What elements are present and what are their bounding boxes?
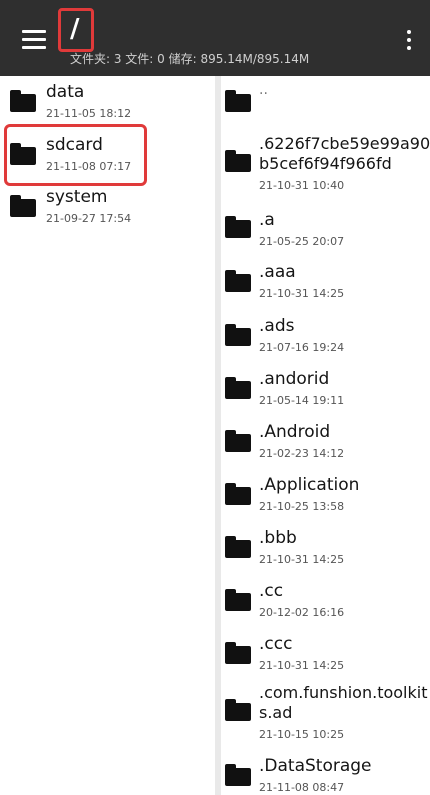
- folder-icon: [225, 216, 251, 238]
- item-name: .a: [259, 210, 275, 230]
- folder-icon: [10, 90, 36, 112]
- item-name: .ads: [259, 316, 295, 336]
- folder-icon: [225, 699, 251, 721]
- list-item[interactable]: .a 21-05-25 20:07: [221, 204, 430, 254]
- item-date: 21-05-14 19:11: [259, 394, 345, 407]
- item-date: 21-10-31 10:40: [259, 179, 345, 192]
- item-date: 21-10-31 14:25: [259, 659, 345, 672]
- item-name: .DataStorage: [259, 756, 372, 776]
- item-date: 21-10-25 13:58: [259, 500, 345, 513]
- folder-icon: [225, 324, 251, 346]
- list-item[interactable]: .Android 21-02-23 14:12: [221, 418, 430, 468]
- folder-icon: [225, 536, 251, 558]
- storage-stats: 文件夹: 3 文件: 0 储存: 895.14M/895.14M: [70, 52, 310, 66]
- folder-icon: [225, 150, 251, 172]
- item-date: 21-11-08 08:47: [259, 781, 345, 794]
- folder-icon: [225, 764, 251, 786]
- list-item[interactable]: .6226f7cbe59e99a90 b5cef6f94f966fd 21-10…: [221, 132, 430, 198]
- list-item[interactable]: .cc 20-12-02 16:16: [221, 577, 430, 627]
- list-item[interactable]: .andorid 21-05-14 19:11: [221, 365, 430, 415]
- selection-highlight-box: [4, 124, 147, 186]
- list-item[interactable]: .DataStorage 21-11-08 08:47: [221, 752, 430, 795]
- right-file-pane: .. .6226f7cbe59e99a90 b5cef6f94f966fd 21…: [221, 76, 430, 795]
- more-vertical-icon[interactable]: [406, 30, 412, 52]
- list-item[interactable]: .ccc 21-10-31 14:25: [221, 630, 430, 680]
- item-name: .bbb: [259, 528, 297, 548]
- list-item[interactable]: .com.funshion.toolkit s.ad 21-10-15 10:2…: [221, 681, 430, 747]
- path-highlight-box: [58, 8, 94, 52]
- item-name-line1: .com.funshion.toolkit: [259, 683, 428, 702]
- item-name: .Application: [259, 475, 360, 495]
- item-name-line2: b5cef6f94f966fd: [259, 154, 392, 173]
- folder-icon: [10, 195, 36, 217]
- folder-icon: [225, 589, 251, 611]
- item-name: .aaa: [259, 262, 296, 282]
- item-date: 21-09-27 17:54: [46, 212, 132, 225]
- parent-dir-label: ..: [259, 82, 268, 98]
- item-date: 21-10-31 14:25: [259, 287, 345, 300]
- item-name: .cc: [259, 581, 284, 601]
- item-date: 21-10-31 14:25: [259, 553, 345, 566]
- list-item[interactable]: .Application 21-10-25 13:58: [221, 471, 430, 521]
- list-item-parent[interactable]: ..: [221, 76, 430, 120]
- list-item[interactable]: .ads 21-07-16 19:24: [221, 312, 430, 362]
- item-date: 20-12-02 16:16: [259, 606, 345, 619]
- folder-icon: [225, 430, 251, 452]
- folder-icon: [225, 642, 251, 664]
- list-item[interactable]: .bbb 21-10-31 14:25: [221, 524, 430, 574]
- folder-icon: [225, 377, 251, 399]
- item-name: .ccc: [259, 634, 293, 654]
- item-name: data: [46, 82, 85, 102]
- folder-icon: [225, 270, 251, 292]
- top-toolbar: / 文件夹: 3 文件: 0 储存: 895.14M/895.14M: [0, 0, 430, 76]
- item-name-line2: s.ad: [259, 703, 293, 722]
- item-date: 21-02-23 14:12: [259, 447, 345, 460]
- item-name-line1: .6226f7cbe59e99a90: [259, 134, 430, 153]
- item-date: 21-11-05 18:12: [46, 107, 132, 120]
- folder-icon: [225, 90, 251, 112]
- item-date: 21-05-25 20:07: [259, 235, 345, 248]
- item-name: system: [46, 187, 108, 207]
- item-name: .Android: [259, 422, 331, 442]
- folder-icon: [225, 483, 251, 505]
- item-date: 21-07-16 19:24: [259, 341, 345, 354]
- list-item-system[interactable]: system 21-09-27 17:54: [0, 182, 215, 232]
- list-item-data[interactable]: data 21-11-05 18:12: [0, 76, 215, 126]
- hamburger-menu-icon[interactable]: [22, 30, 46, 50]
- item-date: 21-10-15 10:25: [259, 728, 345, 741]
- item-name: .andorid: [259, 369, 330, 389]
- list-item[interactable]: .aaa 21-10-31 14:25: [221, 258, 430, 308]
